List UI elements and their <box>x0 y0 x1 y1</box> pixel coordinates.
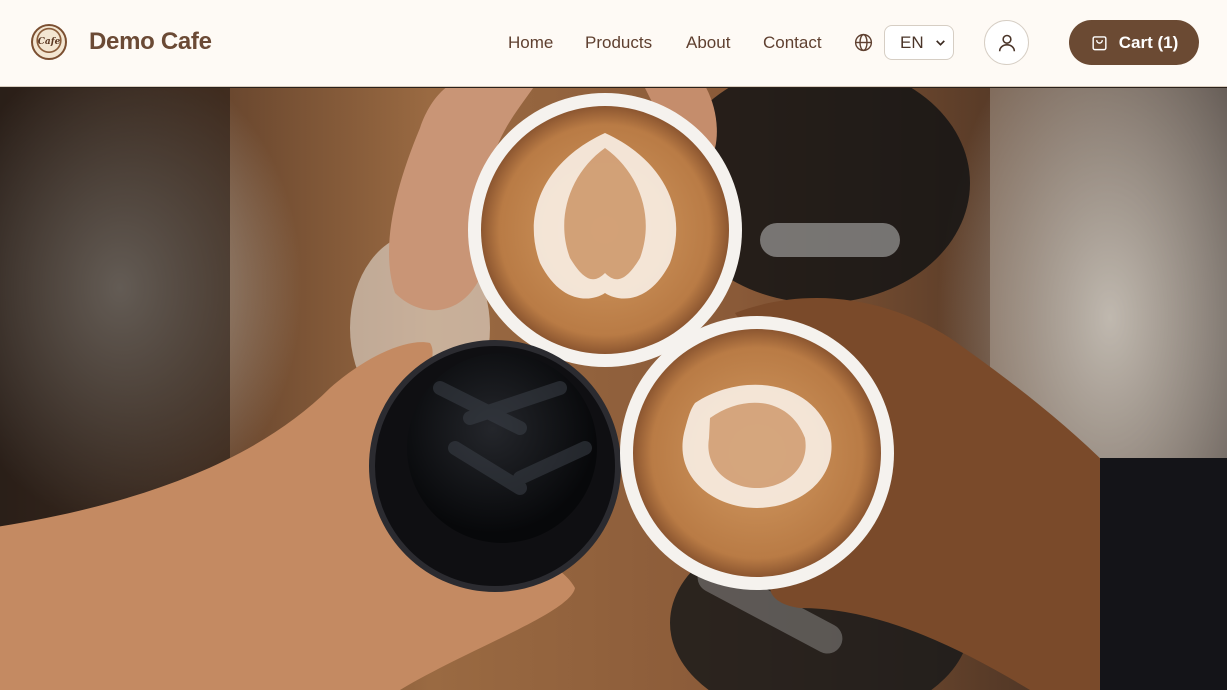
brand-name[interactable]: Demo Cafe <box>89 28 212 56</box>
language-value: EN <box>900 32 924 52</box>
hero-banner <box>0 88 1227 690</box>
user-account-button[interactable] <box>984 20 1029 65</box>
cart-label: Cart (1) <box>1118 32 1179 52</box>
cafe-logo[interactable]: Cafe <box>31 24 67 60</box>
top-navbar: Cafe Demo Cafe Home Products About Conta… <box>0 0 1227 87</box>
nav-home-link[interactable]: Home <box>508 33 553 53</box>
logo-text: Cafe <box>37 37 61 47</box>
shopping-bag-icon <box>1092 36 1107 51</box>
user-icon <box>998 34 1015 51</box>
language-select[interactable]: EN <box>884 25 954 60</box>
chevron-down-icon <box>935 40 945 46</box>
nav-contact-link[interactable]: Contact <box>763 33 822 53</box>
cart-button[interactable]: Cart (1) <box>1069 20 1199 65</box>
hero-coffee-image <box>0 88 1227 690</box>
globe-icon <box>854 33 873 52</box>
nav-about-link[interactable]: About <box>686 33 730 53</box>
nav-products-link[interactable]: Products <box>585 33 652 53</box>
